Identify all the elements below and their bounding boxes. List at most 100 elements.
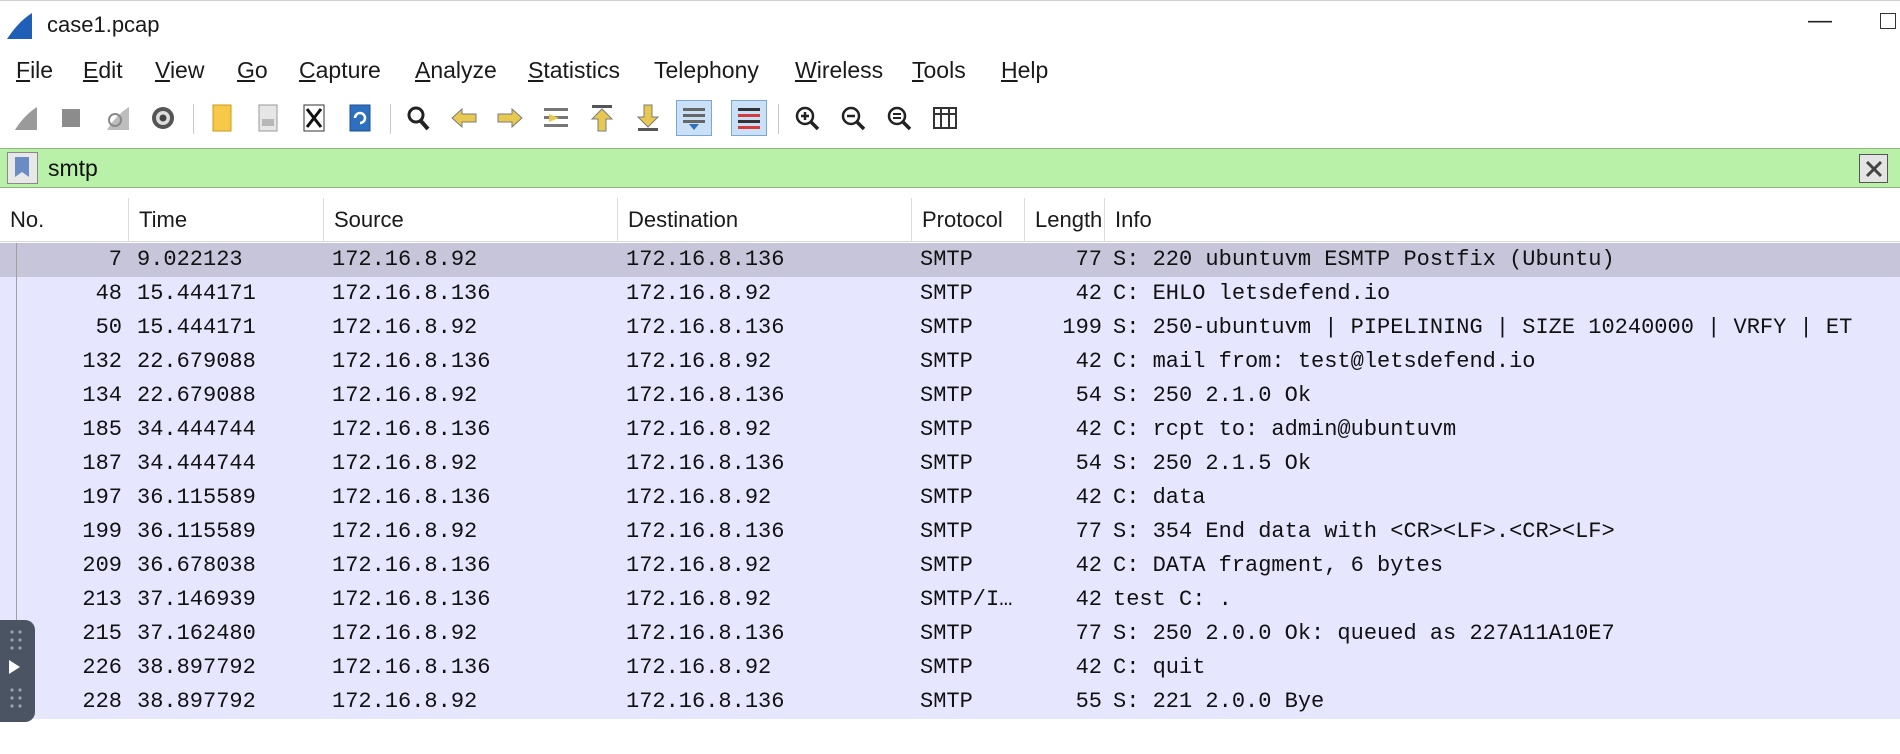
save-file-icon[interactable] xyxy=(250,100,286,136)
menu-go[interactable]: Go xyxy=(237,57,268,84)
column-header-time[interactable]: Time xyxy=(129,198,324,241)
display-filter-input[interactable] xyxy=(48,152,1848,184)
minimize-button[interactable]: — xyxy=(1805,3,1835,39)
last-packet-icon[interactable] xyxy=(630,100,666,136)
menu-analyze[interactable]: Analyze xyxy=(415,57,497,84)
cell-protocol: SMTP xyxy=(920,247,973,272)
cell-time: 38.897792 xyxy=(137,655,256,680)
packet-row[interactable]: 197 36.115589 172.16.8.136 172.16.8.92 SMTP 4… xyxy=(0,481,1900,515)
cell-protocol: SMTP xyxy=(920,519,973,544)
cell-info: C: quit xyxy=(1113,655,1206,680)
packet-list-header: No. Time Source Destination Protocol Len… xyxy=(0,198,1900,242)
cell-destination: 172.16.8.136 xyxy=(626,689,785,714)
find-packet-icon[interactable] xyxy=(400,100,436,136)
maximize-button[interactable] xyxy=(1880,13,1896,29)
cell-length: 42 xyxy=(1075,655,1102,680)
packet-row[interactable]: 50 15.444171 172.16.8.92 172.16.8.136 SMTP 19… xyxy=(0,311,1900,345)
cell-no: 187 xyxy=(82,451,122,476)
cell-protocol: SMTP xyxy=(920,655,973,680)
cell-destination: 172.16.8.136 xyxy=(626,247,785,272)
packet-row[interactable]: 209 36.678038 172.16.8.136 172.16.8.92 SMTP 4… xyxy=(0,549,1900,583)
menu-wireless[interactable]: Wireless xyxy=(795,57,883,84)
cell-source: 172.16.8.92 xyxy=(332,519,478,544)
column-header-no[interactable]: No. xyxy=(0,198,129,241)
packet-row[interactable]: 228 38.897792 172.16.8.92 172.16.8.136 SMTP 5… xyxy=(0,685,1900,719)
clear-filter-button[interactable] xyxy=(1859,154,1888,183)
go-back-icon[interactable] xyxy=(446,100,482,136)
cell-protocol: SMTP xyxy=(920,383,973,408)
colorize-icon[interactable] xyxy=(731,100,767,136)
cell-info: test C: . xyxy=(1113,587,1232,612)
resize-columns-icon[interactable] xyxy=(927,100,963,136)
cell-length: 42 xyxy=(1075,281,1102,306)
normal-size-icon[interactable] xyxy=(881,100,917,136)
go-to-packet-icon[interactable] xyxy=(538,100,574,136)
reload-file-icon[interactable] xyxy=(342,100,378,136)
cell-time: 36.678038 xyxy=(137,553,256,578)
column-header-info[interactable]: Info xyxy=(1105,198,1900,241)
toolbar-separator xyxy=(390,104,391,134)
cell-no: 7 xyxy=(108,247,122,272)
menu-statistics[interactable]: Statistics xyxy=(528,57,620,84)
open-file-icon[interactable] xyxy=(204,100,240,136)
packet-row[interactable]: 199 36.115589 172.16.8.92 172.16.8.136 SMTP 7… xyxy=(0,515,1900,549)
cell-source: 172.16.8.136 xyxy=(332,281,491,306)
packet-row[interactable]: 213 37.146939 172.16.8.136 172.16.8.92 SMTP/… xyxy=(0,583,1900,617)
menu-capture[interactable]: Capture xyxy=(299,57,381,84)
main-toolbar xyxy=(0,96,1900,142)
cell-time: 36.115589 xyxy=(137,485,256,510)
column-header-source[interactable]: Source xyxy=(324,198,618,241)
stop-capture-icon[interactable] xyxy=(53,100,89,136)
cell-source: 172.16.8.136 xyxy=(332,485,491,510)
capture-options-icon[interactable] xyxy=(145,100,181,136)
cell-info: S: 354 End data with <CR><LF>.<CR><LF> xyxy=(1113,519,1615,544)
cell-source: 172.16.8.92 xyxy=(332,621,478,646)
cell-destination: 172.16.8.136 xyxy=(626,519,785,544)
first-packet-icon[interactable] xyxy=(584,100,620,136)
menu-view[interactable]: View xyxy=(155,57,204,84)
cell-info: S: 220 ubuntuvm ESMTP Postfix (Ubuntu) xyxy=(1113,247,1615,272)
packet-row[interactable]: 187 34.444744 172.16.8.92 172.16.8.136 SMTP 5… xyxy=(0,447,1900,481)
side-panel-handle[interactable] xyxy=(0,620,35,722)
packet-row[interactable]: 48 15.444171 172.16.8.136 172.16.8.92 SMTP 42… xyxy=(0,277,1900,311)
packet-row[interactable]: 7 9.022123 172.16.8.92 172.16.8.136 SMTP 77 S:… xyxy=(0,243,1900,277)
column-header-length[interactable]: Length xyxy=(1025,198,1105,241)
packet-row[interactable]: 215 37.162480 172.16.8.92 172.16.8.136 SMTP 7… xyxy=(0,617,1900,651)
column-header-protocol[interactable]: Protocol xyxy=(912,198,1025,241)
cell-info: C: EHLO letsdefend.io xyxy=(1113,281,1391,306)
close-icon xyxy=(1865,160,1882,177)
menu-help[interactable]: Help xyxy=(1001,57,1048,84)
packet-row[interactable]: 132 22.679088 172.16.8.136 172.16.8.92 SMTP 4… xyxy=(0,345,1900,379)
cell-info: C: mail from: test@letsdefend.io xyxy=(1113,349,1536,374)
start-capture-icon[interactable] xyxy=(7,100,43,136)
cell-length: 42 xyxy=(1075,349,1102,374)
cell-destination: 172.16.8.92 xyxy=(626,587,772,612)
menu-tools[interactable]: Tools xyxy=(912,57,966,84)
restart-capture-icon[interactable] xyxy=(99,100,135,136)
cell-no: 213 xyxy=(82,587,122,612)
cell-length: 42 xyxy=(1075,587,1102,612)
packet-row[interactable]: 226 38.897792 172.16.8.136 172.16.8.92 SMTP 4… xyxy=(0,651,1900,685)
cell-info: S: 250 2.0.0 Ok: queued as 227A11A10E7 xyxy=(1113,621,1615,646)
menu-file[interactable]: File xyxy=(16,57,53,84)
play-icon xyxy=(9,660,20,674)
cell-time: 38.897792 xyxy=(137,689,256,714)
cell-time: 15.444171 xyxy=(137,281,256,306)
zoom-out-icon[interactable] xyxy=(835,100,871,136)
menu-telephony[interactable]: Telephony xyxy=(654,57,759,84)
cell-source: 172.16.8.136 xyxy=(332,417,491,442)
autoscroll-icon[interactable] xyxy=(676,100,712,136)
packet-row[interactable]: 185 34.444744 172.16.8.136 172.16.8.92 SMTP 4… xyxy=(0,413,1900,447)
close-file-icon[interactable] xyxy=(296,100,332,136)
cell-source: 172.16.8.136 xyxy=(332,349,491,374)
cell-length: 42 xyxy=(1075,417,1102,442)
cell-destination: 172.16.8.92 xyxy=(626,485,772,510)
cell-destination: 172.16.8.92 xyxy=(626,655,772,680)
menu-edit[interactable]: Edit xyxy=(83,57,123,84)
cell-time: 37.146939 xyxy=(137,587,256,612)
filter-bookmark-button[interactable] xyxy=(7,152,38,184)
zoom-in-icon[interactable] xyxy=(789,100,825,136)
go-forward-icon[interactable] xyxy=(492,100,528,136)
column-header-destination[interactable]: Destination xyxy=(618,198,912,241)
packet-row[interactable]: 134 22.679088 172.16.8.92 172.16.8.136 SMTP 5… xyxy=(0,379,1900,413)
